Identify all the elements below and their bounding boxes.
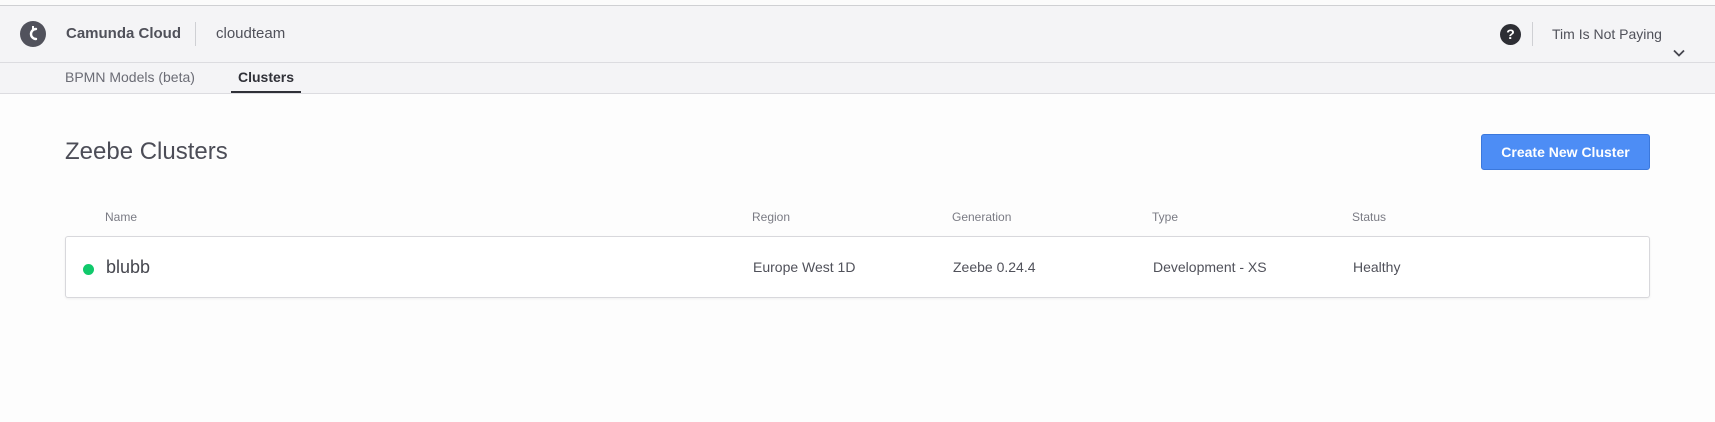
tab-clusters[interactable]: Clusters <box>231 63 302 93</box>
cluster-generation: Zeebe 0.24.4 <box>953 259 1036 275</box>
tab-bar: BPMN Models (beta) Clusters <box>0 63 1715 94</box>
cluster-row[interactable]: blubb Europe West 1D Zeebe 0.24.4 Develo… <box>65 236 1650 298</box>
cluster-region: Europe West 1D <box>753 259 856 275</box>
column-header-region: Region <box>752 210 791 224</box>
column-header-generation: Generation <box>952 210 1012 224</box>
camunda-logo-icon[interactable] <box>20 21 46 47</box>
user-name: Tim Is Not Paying <box>1552 26 1662 42</box>
cluster-status: Healthy <box>1353 259 1401 275</box>
column-header-name: Name <box>105 210 138 224</box>
header-divider <box>195 22 196 46</box>
user-menu[interactable]: Tim Is Not Paying <box>1552 6 1686 62</box>
status-dot-icon <box>83 264 94 275</box>
cluster-name[interactable]: blubb <box>106 237 150 297</box>
help-icon[interactable]: ? <box>1500 24 1521 45</box>
column-header-type: Type <box>1152 210 1179 224</box>
chevron-down-icon <box>1672 27 1686 57</box>
column-header-status: Status <box>1352 210 1387 224</box>
tab-bpmn-models[interactable]: BPMN Models (beta) <box>58 63 202 93</box>
brand-name[interactable]: Camunda Cloud <box>66 6 181 62</box>
header-divider-right <box>1532 22 1533 46</box>
page-title: Zeebe Clusters <box>65 138 228 165</box>
app-header: Camunda Cloud cloudteam ? Tim Is Not Pay… <box>0 6 1715 63</box>
create-new-cluster-button[interactable]: Create New Cluster <box>1481 134 1650 170</box>
organization-name[interactable]: cloudteam <box>216 6 285 62</box>
cluster-type: Development - XS <box>1153 259 1267 275</box>
